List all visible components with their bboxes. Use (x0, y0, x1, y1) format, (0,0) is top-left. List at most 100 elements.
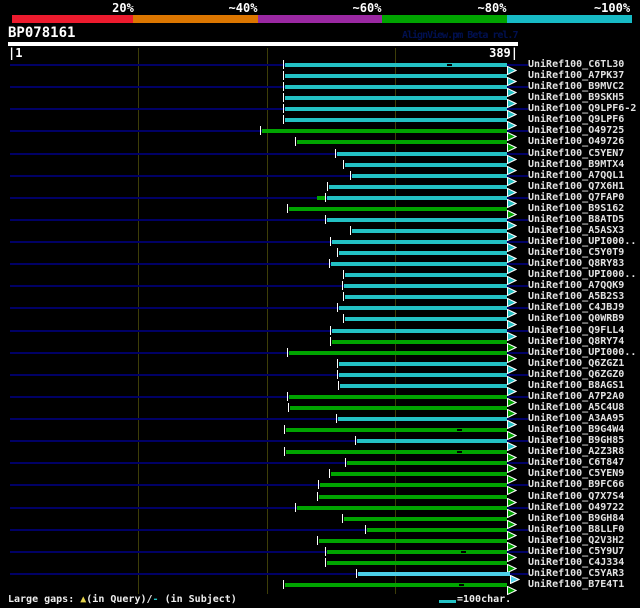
hit-label[interactable]: UniRef100_C6T847 (528, 457, 624, 468)
hit-label[interactable]: UniRef100_B9G4W4 (528, 424, 624, 435)
alignment-bar[interactable] (327, 560, 507, 565)
alignment-bar[interactable] (285, 118, 507, 123)
alignment-bar[interactable] (327, 217, 507, 222)
alignment-bar[interactable] (340, 383, 507, 388)
alignment-bar[interactable] (347, 461, 507, 466)
alignment-bar[interactable] (345, 162, 507, 167)
hit-label[interactable]: UniRef100_B9MVC2 (528, 81, 624, 92)
hit-label[interactable]: UniRef100_O49726 (528, 136, 624, 147)
alignment-row: UniRef100_C4JBJ9 (0, 302, 640, 319)
alignment-bar[interactable] (285, 583, 507, 587)
hit-label[interactable]: UniRef100_Q8RY74 (528, 336, 624, 347)
hit-label[interactable]: UniRef100_B8AGS1 (528, 380, 624, 391)
alignment-bar[interactable] (327, 549, 507, 554)
alignment-bar[interactable] (332, 339, 507, 344)
alignment-bar[interactable] (332, 328, 507, 333)
alignment-bar[interactable] (285, 63, 507, 67)
alignment-bar[interactable] (289, 350, 507, 355)
hit-label[interactable]: UniRef100_B7E4T1 (528, 579, 624, 590)
hit-label[interactable]: UniRef100_B9GH84 (528, 513, 624, 524)
hit-label[interactable]: UniRef100_Q7X6H1 (528, 181, 624, 192)
alignment-bar-segment[interactable] (317, 195, 325, 200)
hit-label[interactable]: UniRef100_C5YEN9 (528, 468, 624, 479)
alignment-bar[interactable] (339, 372, 507, 377)
hit-label[interactable]: UniRef100_UPI000.. (528, 347, 636, 358)
alignment-bar[interactable] (285, 74, 507, 79)
alignment-bar[interactable] (286, 450, 507, 455)
hit-label[interactable]: UniRef100_A5C4U8 (528, 402, 624, 413)
alignment-bar[interactable] (331, 472, 507, 477)
hit-label[interactable]: UniRef100_Q6ZGZ1 (528, 358, 624, 369)
hit-label[interactable]: UniRef100_Q9LPF6-2 (528, 103, 636, 114)
alignment-bar[interactable] (262, 129, 507, 134)
alignment-bar[interactable] (352, 228, 507, 233)
alignment-bar[interactable] (345, 317, 507, 322)
hit-label[interactable]: UniRef100_Q0WRB9 (528, 313, 624, 324)
hit-label[interactable]: UniRef100_A5ASX3 (528, 225, 624, 236)
hit-label[interactable]: UniRef100_Q7FAP0 (528, 192, 624, 203)
hit-label[interactable]: UniRef100_Q2V3H2 (528, 535, 624, 546)
alignment-bar[interactable] (289, 206, 507, 211)
hit-label[interactable]: UniRef100_UPI000.. (528, 236, 636, 247)
hit-label[interactable]: UniRef100_Q7X7S4 (528, 491, 624, 502)
hit-label[interactable]: UniRef100_A7PK37 (528, 70, 624, 81)
alignment-bar[interactable] (320, 483, 507, 488)
alignment-bar[interactable] (339, 251, 507, 256)
hit-label[interactable]: UniRef100_C4J334 (528, 557, 624, 568)
alignment-bar[interactable] (367, 527, 507, 532)
hit-label[interactable]: UniRef100_C5Y0T9 (528, 247, 624, 258)
hit-label[interactable]: UniRef100_C6TL30 (528, 59, 624, 70)
alignment-bar[interactable] (319, 494, 507, 499)
alignment-bar[interactable] (289, 394, 507, 399)
hit-label[interactable]: UniRef100_B9MTX4 (528, 159, 624, 170)
hit-label[interactable]: UniRef100_Q9LPF6 (528, 114, 624, 125)
alignment-bar[interactable] (352, 173, 507, 178)
hit-label[interactable]: UniRef100_A7QQL1 (528, 170, 624, 181)
alignment-bar[interactable] (339, 361, 507, 366)
hit-label[interactable]: UniRef100_C5Y9U7 (528, 546, 624, 557)
hit-label[interactable]: UniRef100_Q6ZGZ0 (528, 369, 624, 380)
alignment-bar[interactable] (285, 96, 507, 101)
hit-label[interactable]: UniRef100_A2Z3R8 (528, 446, 624, 457)
hit-label[interactable]: UniRef100_A5B2S3 (528, 291, 624, 302)
hit-label[interactable]: UniRef100_C4JBJ9 (528, 302, 624, 313)
alignment-bar[interactable] (319, 538, 507, 543)
hit-label[interactable]: UniRef100_C5YAR3 (528, 568, 624, 579)
alignment-bar[interactable] (297, 140, 507, 145)
alignment-start-tick (337, 369, 338, 379)
hit-label[interactable]: UniRef100_O49725 (528, 125, 624, 136)
alignment-bar[interactable] (337, 151, 507, 156)
hit-label[interactable]: UniRef100_B9FC66 (528, 479, 624, 490)
alignment-bar[interactable] (357, 439, 507, 444)
hit-label[interactable]: UniRef100_B8LLF0 (528, 524, 624, 535)
alignment-bar[interactable] (345, 273, 507, 278)
hit-label[interactable]: UniRef100_A3AA95 (528, 413, 624, 424)
alignment-bar[interactable] (331, 262, 507, 267)
alignment-bar[interactable] (285, 107, 507, 112)
alignment-bar[interactable] (290, 406, 507, 410)
alignment-start-tick (284, 425, 285, 435)
alignment-bar[interactable] (332, 240, 507, 244)
alignment-bar[interactable] (344, 516, 507, 521)
alignment-bar[interactable] (345, 295, 507, 300)
hit-label[interactable]: UniRef100_A7P2A0 (528, 391, 624, 402)
alignment-bar[interactable] (327, 195, 507, 200)
hit-label[interactable]: UniRef100_UPI000.. (528, 269, 636, 280)
hit-label[interactable]: UniRef100_Q8RY83 (528, 258, 624, 269)
alignment-bar[interactable] (285, 85, 507, 90)
alignment-bar[interactable] (329, 184, 507, 189)
alignment-bar[interactable] (339, 306, 507, 311)
hit-label[interactable]: UniRef100_B9SKH5 (528, 92, 624, 103)
alignment-bar[interactable] (344, 284, 507, 289)
hit-label[interactable]: UniRef100_A7QQK9 (528, 280, 624, 291)
hit-label[interactable]: UniRef100_B9S162 (528, 203, 624, 214)
alignment-bar[interactable] (338, 417, 507, 421)
hit-label[interactable]: UniRef100_O49722 (528, 502, 624, 513)
hit-label[interactable]: UniRef100_B8ATD5 (528, 214, 624, 225)
hit-label[interactable]: UniRef100_Q9FLL4 (528, 325, 624, 336)
alignment-bar[interactable] (297, 505, 507, 510)
alignment-bar[interactable] (286, 428, 507, 433)
hit-label[interactable]: UniRef100_B9GH85 (528, 435, 624, 446)
alignment-bar[interactable] (358, 571, 510, 576)
hit-label[interactable]: UniRef100_C5YEN7 (528, 148, 624, 159)
